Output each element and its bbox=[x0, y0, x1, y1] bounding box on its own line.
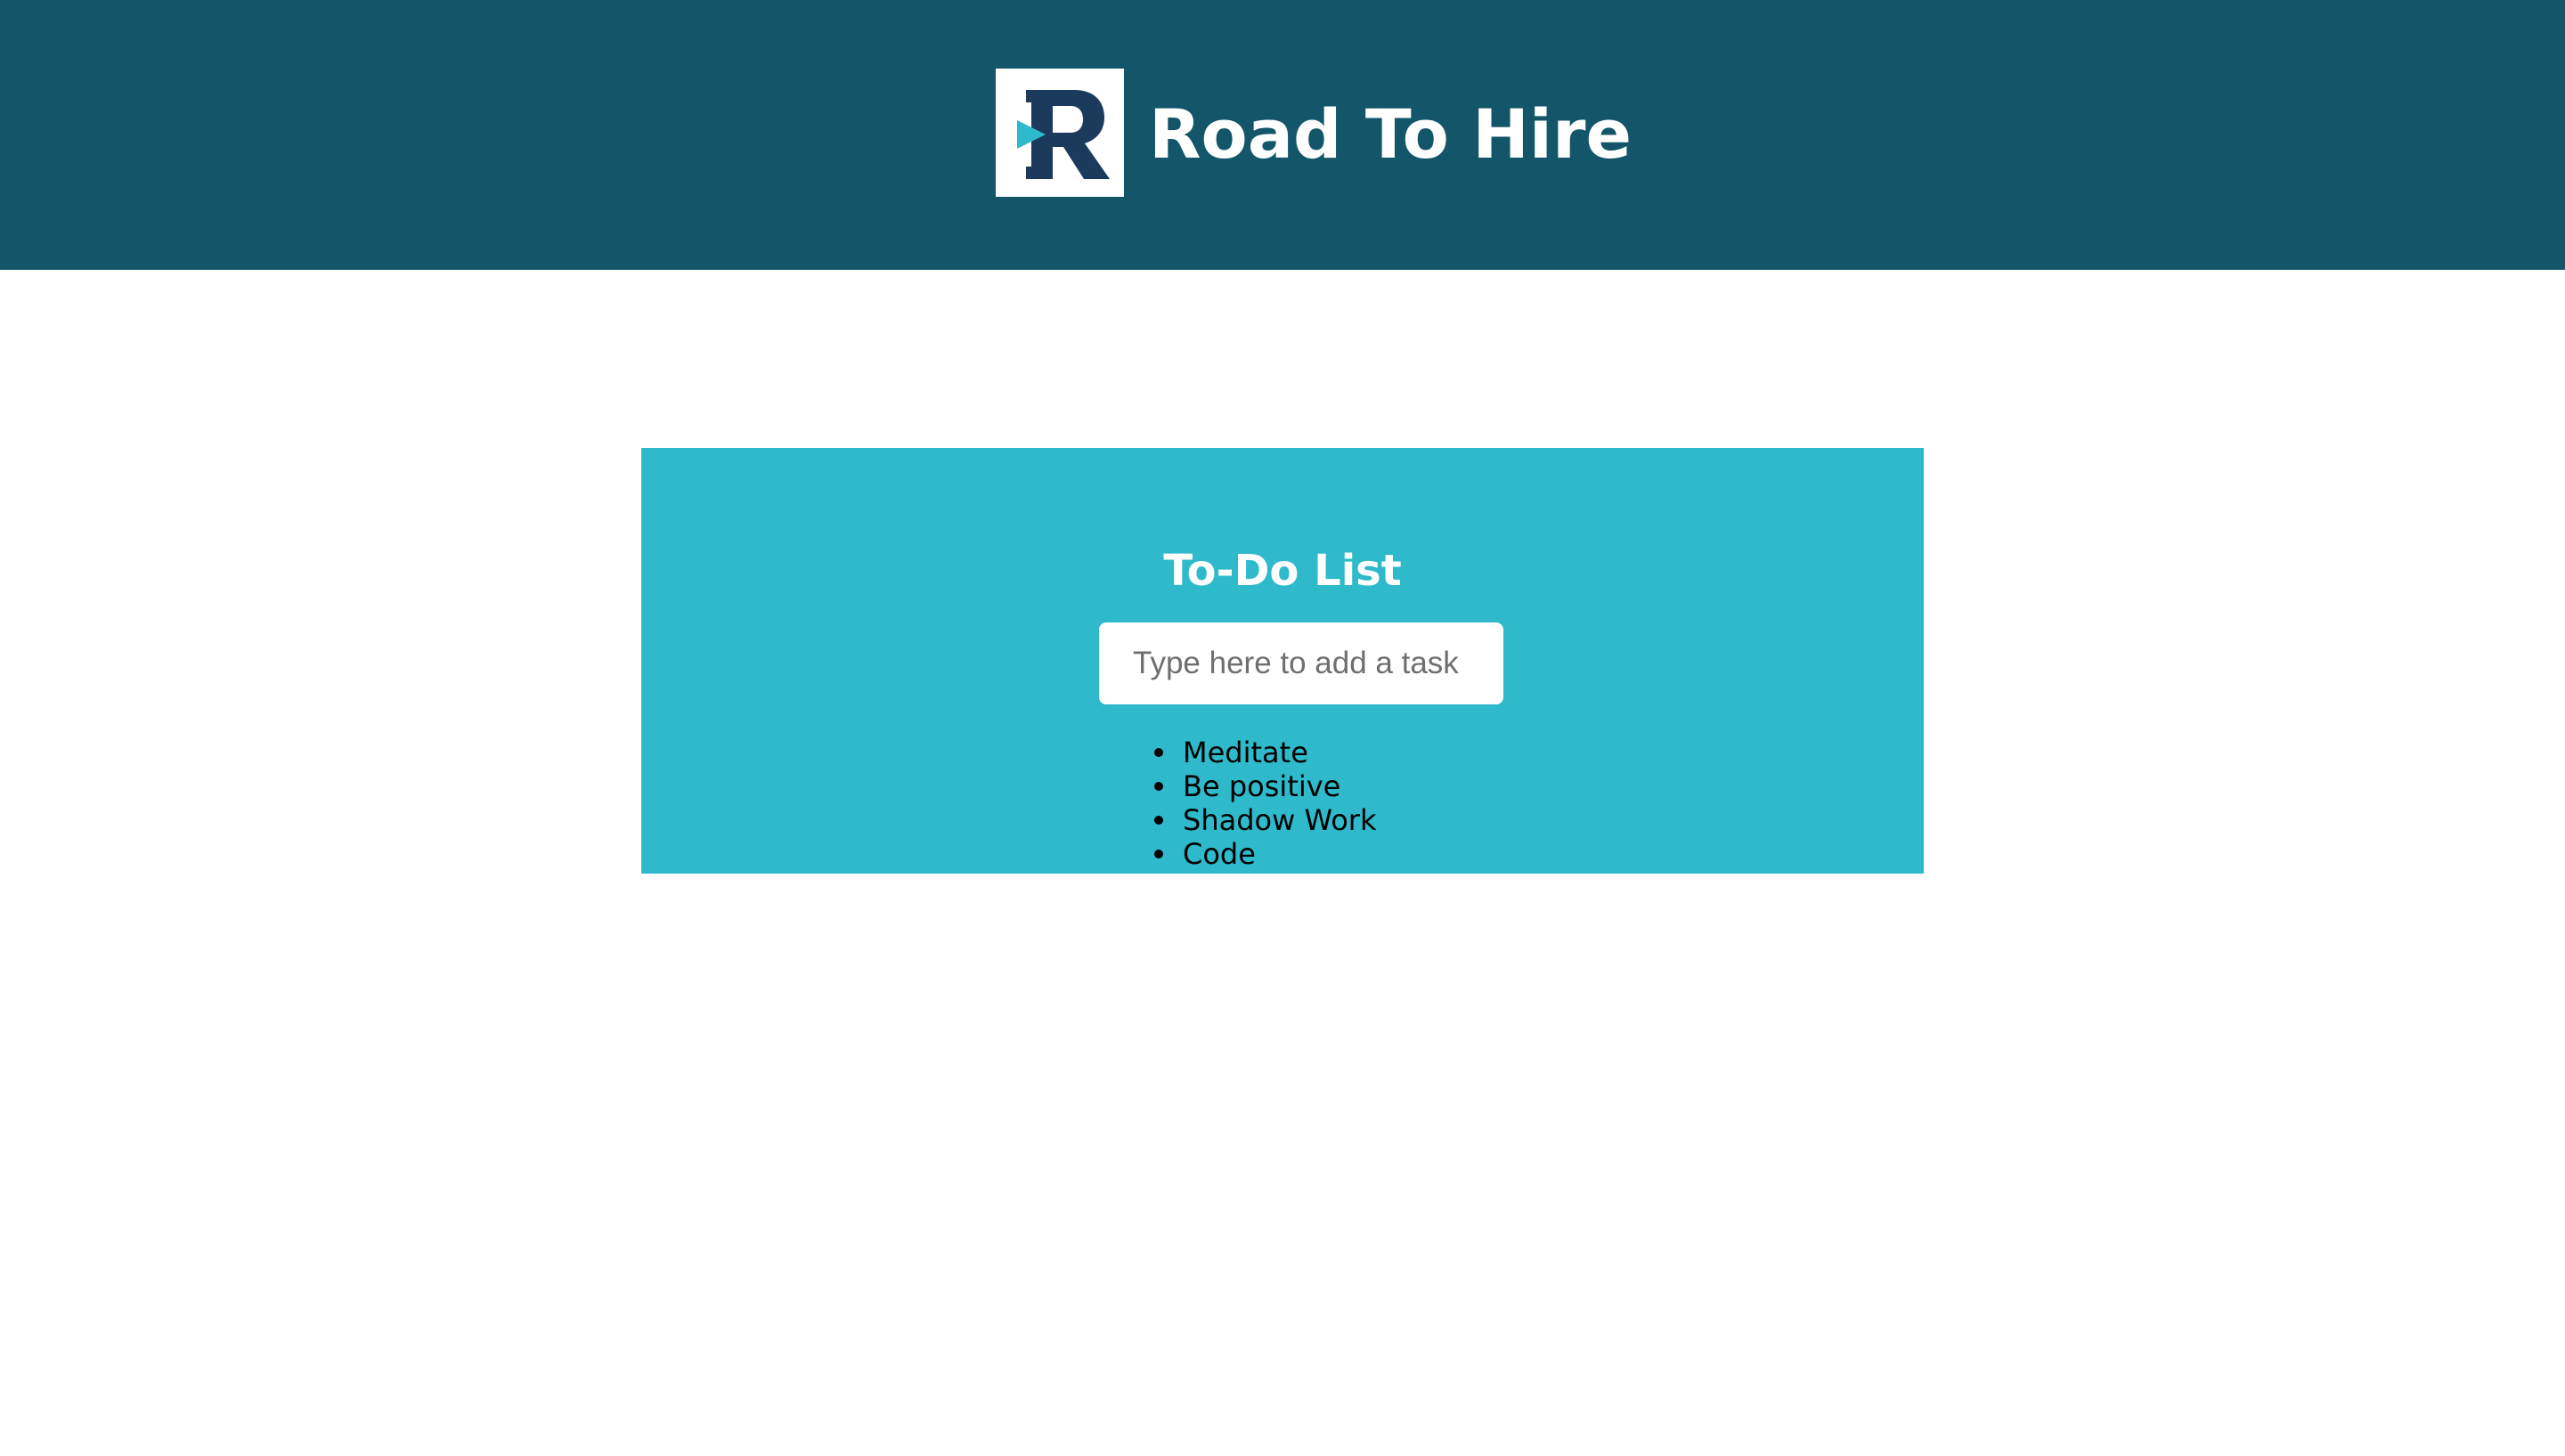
task-label: Be positive bbox=[1183, 769, 1341, 803]
bullet-icon bbox=[1154, 782, 1163, 791]
task-item: Code bbox=[1154, 837, 1376, 871]
task-item: Meditate bbox=[1154, 736, 1376, 769]
bullet-icon bbox=[1154, 748, 1163, 757]
task-label: Code bbox=[1183, 837, 1256, 871]
todo-panel: To-Do List Meditate Be positive Shadow W… bbox=[641, 448, 1924, 874]
task-item: Be positive bbox=[1154, 769, 1376, 803]
task-label: Meditate bbox=[1183, 736, 1308, 769]
bullet-icon bbox=[1154, 850, 1163, 858]
site-header: Road To Hire bbox=[0, 0, 2565, 270]
road-to-hire-logo-icon[interactable] bbox=[996, 69, 1124, 197]
task-item: Shadow Work bbox=[1154, 803, 1377, 837]
add-task-input[interactable] bbox=[1099, 622, 1503, 704]
todo-title: To-Do List bbox=[1163, 546, 1402, 596]
brand-title: Road To Hire bbox=[1149, 94, 1632, 174]
task-label: Shadow Work bbox=[1183, 803, 1377, 837]
bullet-icon bbox=[1154, 816, 1163, 825]
task-list: Meditate Be positive Shadow Work Code bbox=[1154, 736, 1377, 871]
